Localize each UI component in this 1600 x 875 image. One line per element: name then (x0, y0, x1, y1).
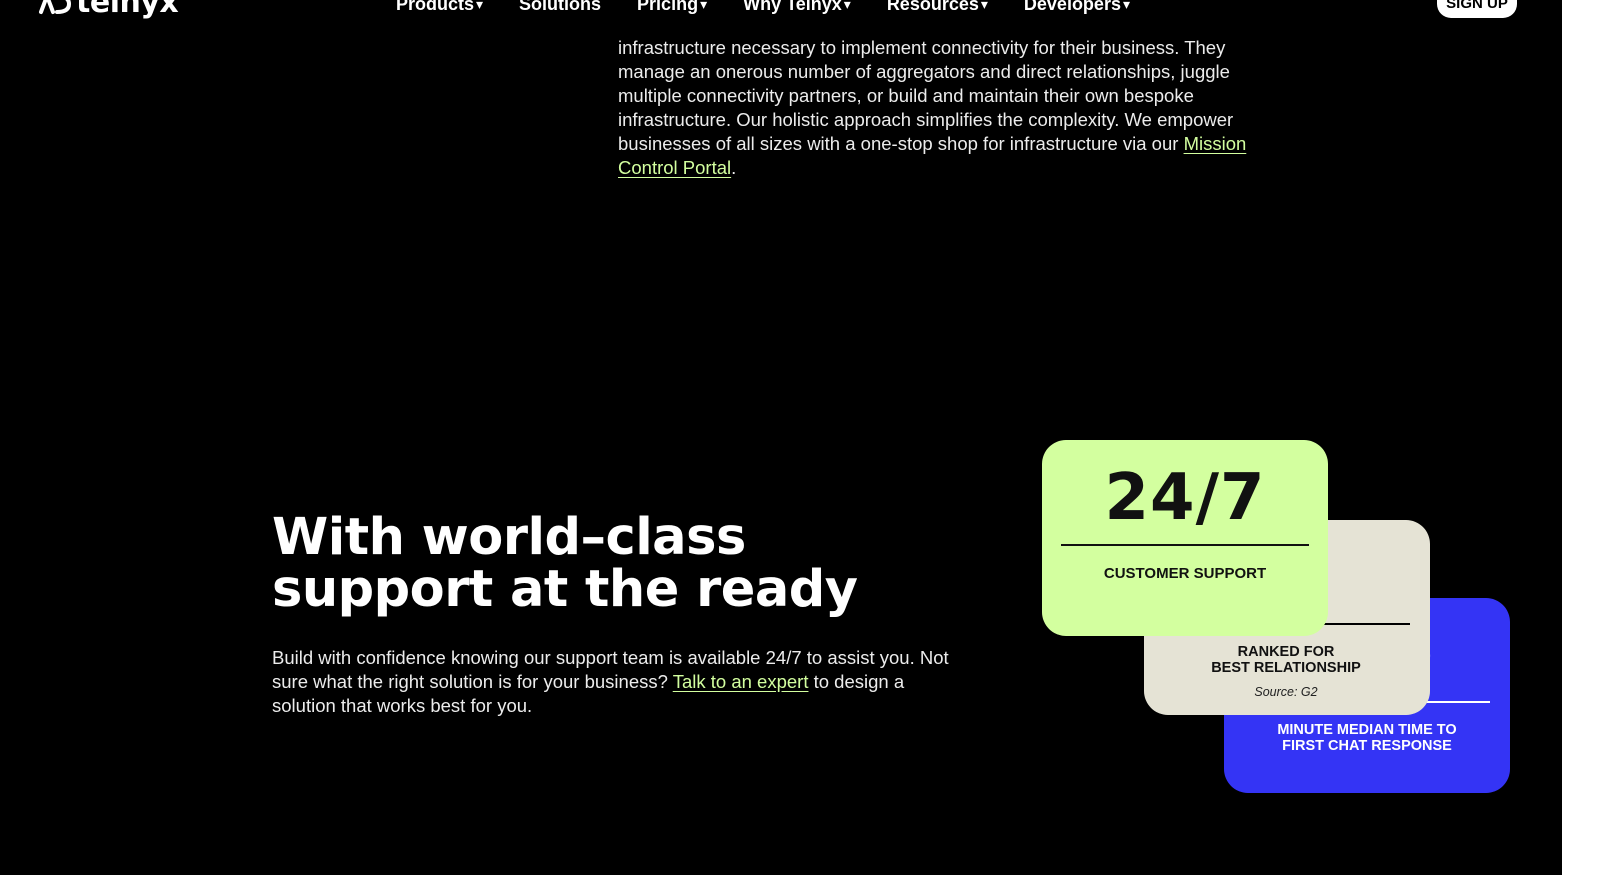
caret-down-icon: ▾ (980, 0, 988, 12)
support-body: Build with confidence knowing our suppor… (272, 646, 962, 718)
ranking-label-line2: BEST RELATIONSHIP (1211, 660, 1361, 676)
chat-response-label-line1: MINUTE MEDIAN TIME TO (1277, 722, 1457, 738)
nav-label: Pricing (637, 0, 699, 14)
nav-item-solutions[interactable]: Solutions (519, 0, 601, 14)
card-divider (1061, 544, 1309, 546)
ranking-label: RANKED FOR BEST RELATIONSHIP (1144, 644, 1428, 676)
nav-label: Resources (886, 0, 979, 14)
telnyx-logo[interactable]: telnyx (38, 0, 179, 20)
page: telnyx Products ▾ Solutions Pricing ▾ Why … (0, 0, 1600, 875)
top-navigation: telnyx Products ▾ Solutions Pricing ▾ Why … (0, 0, 1600, 20)
sign-up-button[interactable]: SIGN UP (1437, 0, 1517, 18)
logo-text: telnyx (76, 0, 179, 20)
chat-response-label-line2: FIRST CHAT RESPONSE (1282, 738, 1452, 754)
nav-label: Products (396, 0, 475, 14)
caret-down-icon: ▾ (843, 0, 851, 12)
nav-label: Solutions (519, 0, 602, 14)
chat-response-label: MINUTE MEDIAN TIME TO FIRST CHAT RESPONS… (1224, 722, 1510, 754)
caret-down-icon: ▾ (700, 0, 708, 12)
ranking-source: Source: G2 (1254, 685, 1318, 699)
support-heading: With world–class support at the ready (272, 508, 858, 619)
nav-item-pricing[interactable]: Pricing ▾ (637, 0, 707, 14)
intro-trailing: . (731, 157, 737, 178)
right-edge-strip (1562, 0, 1600, 875)
customer-support-value: 24/7 (1104, 461, 1266, 535)
customer-support-label: CUSTOMER SUPPORT (1103, 565, 1267, 582)
nav-menu: Products ▾ Solutions Pricing ▾ Why Telnyx ▾… (396, 0, 1166, 14)
caret-down-icon: ▾ (1122, 0, 1130, 12)
talk-to-expert-link[interactable]: Talk to an expert (673, 671, 809, 692)
nav-label: Developers (1023, 0, 1121, 14)
nav-label: Why Telnyx (743, 0, 842, 14)
nav-item-why-telnyx[interactable]: Why Telnyx ▾ (743, 0, 851, 14)
right-edge-divider (1556, 388, 1562, 848)
nav-item-resources[interactable]: Resources ▾ (887, 0, 988, 14)
telnyx-logo-icon (39, 0, 72, 14)
caret-down-icon: ▾ (476, 0, 484, 12)
nav-item-products[interactable]: Products ▾ (396, 0, 483, 14)
ranking-label-line1: RANKED FOR (1237, 644, 1335, 660)
intro-text: infrastructure necessary to implement co… (618, 37, 1234, 154)
intro-paragraph: infrastructure necessary to implement co… (618, 36, 1258, 180)
customer-support-card: 24/7 CUSTOMER SUPPORT (1042, 440, 1328, 636)
nav-item-developers[interactable]: Developers ▾ (1024, 0, 1130, 14)
